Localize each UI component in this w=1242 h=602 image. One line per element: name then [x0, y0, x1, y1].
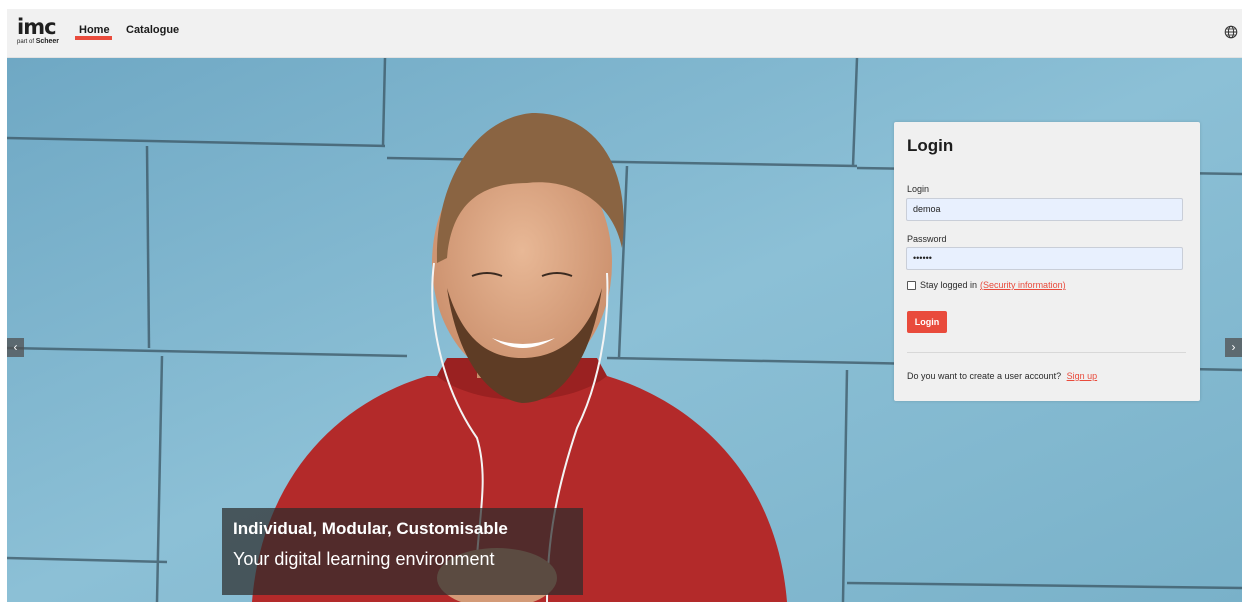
nav-catalogue[interactable]: Catalogue [126, 24, 179, 36]
signup-row: Do you want to create a user account? Si… [907, 371, 1097, 381]
hero-subtitle: Your digital learning environment [233, 549, 495, 569]
active-nav-indicator [75, 36, 112, 40]
hero-carousel: ‹ › Individual, Modular, Customisable Yo… [7, 58, 1242, 602]
carousel-next-button[interactable]: › [1225, 338, 1242, 357]
chevron-right-icon: › [1231, 340, 1236, 354]
nav-catalogue-label: Catalogue [126, 24, 180, 36]
stay-logged-in-row: Stay logged in (Security information) [907, 280, 1066, 290]
logo-tagline: part of Scheer [17, 38, 60, 45]
carousel-prev-button[interactable]: ‹ [7, 338, 24, 357]
globe-icon[interactable] [1224, 25, 1238, 39]
login-field-label: Login [907, 184, 930, 194]
nav-home[interactable]: Home [75, 24, 112, 40]
top-navigation-bar: imc part of Scheer Home Catalogue [7, 9, 1242, 58]
stay-logged-in-checkbox[interactable] [907, 280, 916, 290]
chevron-left-icon: ‹ [13, 340, 18, 354]
nav-home-label: Home [79, 24, 110, 36]
signup-prompt: Do you want to create a user account? [907, 371, 1062, 381]
login-button[interactable]: Login [907, 311, 947, 333]
login-input[interactable]: demoa [906, 198, 1183, 221]
divider [907, 352, 1186, 353]
app-frame: imc part of Scheer Home Catalogue ‹ › In… [7, 9, 1242, 602]
login-title: Login [907, 136, 954, 155]
stay-logged-in-label: Stay logged in [920, 280, 978, 290]
login-panel: Login Login demoa Password •••••• Stay l… [894, 122, 1200, 401]
password-field-label: Password [907, 234, 947, 244]
imc-logo[interactable]: imc part of Scheer [17, 15, 60, 51]
hero-title: Individual, Modular, Customisable [233, 519, 508, 538]
hero-caption: Individual, Modular, Customisable Your d… [222, 508, 583, 595]
signup-link[interactable]: Sign up [1067, 371, 1098, 381]
logo-wordmark: imc [17, 15, 57, 39]
password-input[interactable]: •••••• [906, 247, 1183, 270]
security-information-link[interactable]: (Security information) [980, 280, 1066, 290]
